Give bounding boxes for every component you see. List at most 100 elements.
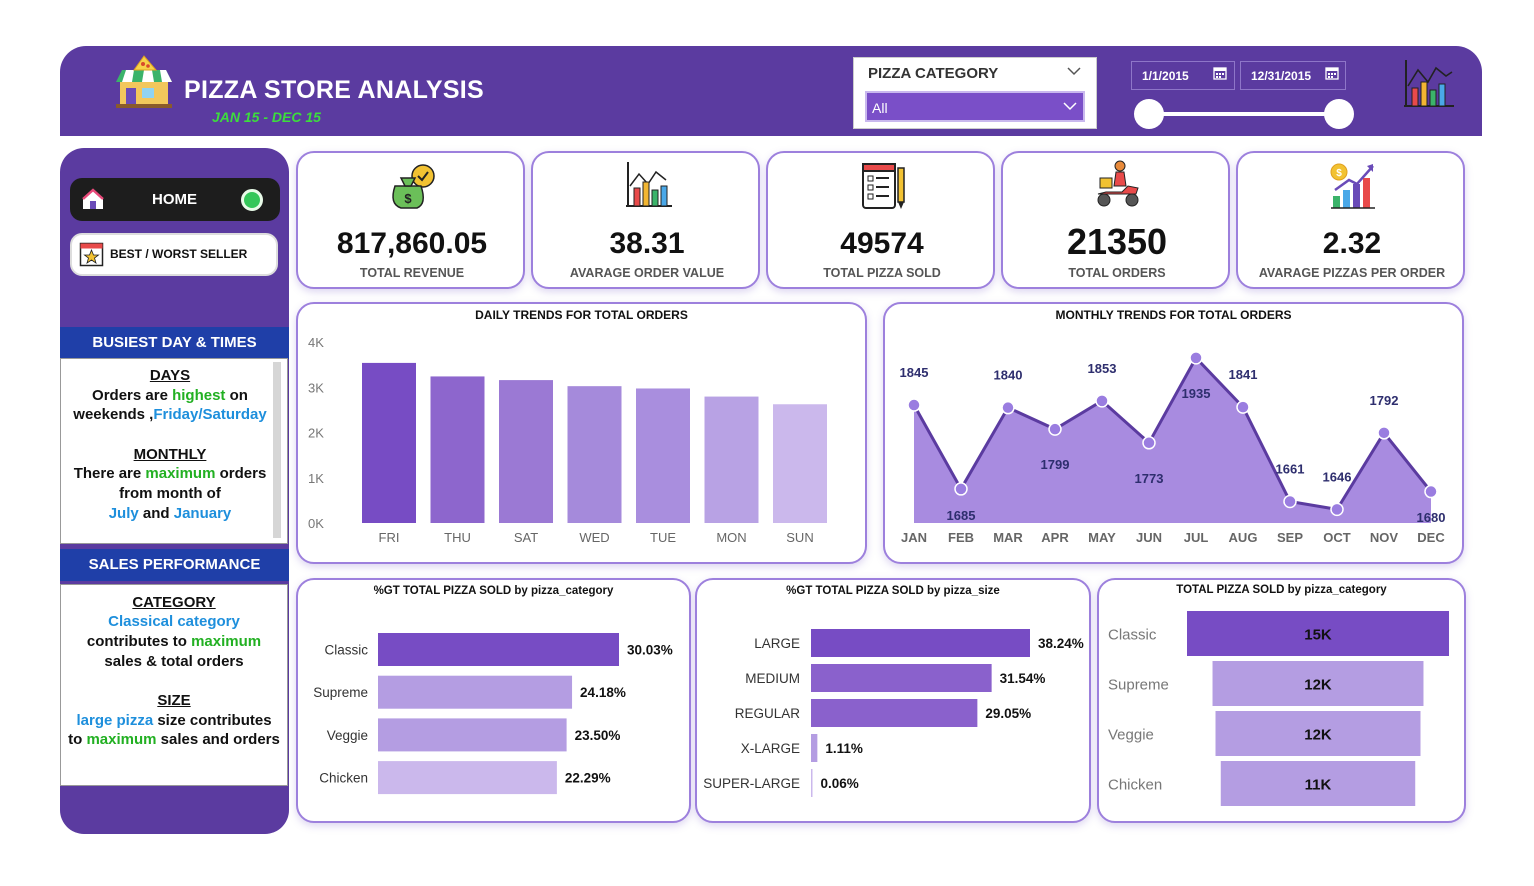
data-point xyxy=(1001,400,1015,415)
data-point xyxy=(1236,400,1250,414)
data-label: 1680 xyxy=(1417,510,1446,525)
home-icon xyxy=(82,188,104,209)
bar xyxy=(704,396,759,523)
size-text-line1: large pizza size contributes xyxy=(76,712,272,729)
bar xyxy=(430,376,485,523)
bar xyxy=(362,362,416,523)
date-slider-track[interactable] xyxy=(1148,112,1340,116)
category-heading: CATEGORY xyxy=(132,594,216,611)
bar xyxy=(499,380,553,523)
x-tick-label: OCT xyxy=(1323,530,1351,545)
data-label: 1773 xyxy=(1135,471,1164,486)
monthly-trends-chart: 1845 JAN 1685 FEB 1840 MAR 1799 APR 1853 MAY 1773 J… xyxy=(900,351,1446,545)
days-text-line1: Orders are highest on xyxy=(92,387,248,404)
area-fill xyxy=(914,357,1431,523)
end-date-value: 12/31/2015 xyxy=(1251,69,1312,83)
calendar-icon[interactable] xyxy=(1213,66,1227,80)
data-label: 1792 xyxy=(1370,393,1399,408)
data-label: 1646 xyxy=(1323,469,1352,484)
days-text-line2: weekends ,Friday/Saturday xyxy=(73,406,267,423)
star-icon xyxy=(79,242,104,267)
x-tick-label: SEP xyxy=(1277,530,1303,545)
data-label: 31.54% xyxy=(1000,671,1046,686)
data-point xyxy=(1377,426,1391,440)
data-point xyxy=(1095,394,1109,408)
data-point xyxy=(1330,502,1344,517)
calendar-icon[interactable] xyxy=(1325,66,1339,80)
data-label: 23.50% xyxy=(575,728,621,743)
category-label: Supreme xyxy=(1108,677,1169,694)
category-text-line2: contributes to maximum xyxy=(86,633,262,650)
chevron-down-icon[interactable] xyxy=(1062,99,1078,113)
svg-text:$: $ xyxy=(1336,168,1342,179)
kpi-label: TOTAL REVENUE xyxy=(359,266,465,280)
bar xyxy=(811,629,1030,657)
bar xyxy=(378,633,619,666)
category-pct-title: %GT TOTAL PIZZA SOLD by pizza_category xyxy=(373,585,614,597)
category-label: Classic xyxy=(324,643,368,658)
bar-chart-icon xyxy=(626,162,672,207)
chevron-down-icon[interactable] xyxy=(1066,64,1082,78)
data-point xyxy=(1189,351,1203,365)
date-slider-end-handle[interactable] xyxy=(1324,99,1354,129)
category-label: X-LARGE xyxy=(741,741,800,756)
category-dropdown-value: All xyxy=(872,100,888,116)
daily-trends-chart: 0K 1K 2K 3K 4K FRI THU SAT WED TUE MON SUN xyxy=(308,335,827,545)
svg-text:$: $ xyxy=(404,191,412,206)
x-tick-label: SAT xyxy=(514,530,538,545)
best-worst-seller-label: BEST / WORST SELLER xyxy=(110,247,248,261)
data-label: 15K xyxy=(1304,627,1332,644)
category-total-title: TOTAL PIZZA SOLD by pizza_category xyxy=(1176,584,1387,596)
x-tick-label: DEC xyxy=(1417,530,1445,545)
monthly-text-line2: from month of xyxy=(119,485,221,502)
category-slicer-label: PIZZA CATEGORY xyxy=(868,65,999,82)
bar xyxy=(636,388,690,523)
x-tick-label: MAR xyxy=(993,530,1023,545)
date-range-subtitle: JAN 15 - DEC 15 xyxy=(212,109,321,125)
bar xyxy=(567,386,622,523)
category-label: REGULAR xyxy=(735,706,801,721)
x-tick-label: MON xyxy=(716,530,746,545)
category-label: Chicken xyxy=(1108,777,1162,794)
data-point xyxy=(1283,494,1297,509)
bar xyxy=(378,718,567,752)
size-heading: SIZE xyxy=(157,692,191,709)
size-pct-title: %GT TOTAL PIZZA SOLD by pizza_size xyxy=(786,585,1000,597)
x-tick-label: FEB xyxy=(948,530,974,545)
data-label: 29.05% xyxy=(985,706,1031,721)
y-tick-label: 2K xyxy=(308,426,324,441)
data-label: 22.29% xyxy=(565,771,611,786)
bar xyxy=(378,761,557,795)
y-tick-label: 3K xyxy=(308,380,324,395)
data-label: 0.06% xyxy=(821,776,859,791)
data-point xyxy=(1424,484,1438,499)
growth-chart-icon: $ xyxy=(1330,163,1375,209)
data-point xyxy=(954,482,968,496)
category-dropdown[interactable] xyxy=(865,91,1085,122)
checklist-icon xyxy=(862,163,905,209)
x-tick-label: WED xyxy=(579,530,609,545)
data-label: 12K xyxy=(1304,727,1332,744)
y-tick-label: 0K xyxy=(308,516,324,531)
data-label: 12K xyxy=(1304,677,1332,694)
data-label: 1685 xyxy=(947,508,976,523)
x-tick-label: JUN xyxy=(1136,530,1162,545)
bar xyxy=(773,404,827,523)
kpi-label: AVARAGE ORDER VALUE xyxy=(569,266,725,280)
data-label: 1935 xyxy=(1182,386,1211,401)
kpi-value: 817,860.05 xyxy=(336,227,488,260)
category-label: SUPER-LARGE xyxy=(703,776,800,791)
x-tick-label: APR xyxy=(1041,530,1069,545)
y-tick-label: 1K xyxy=(308,471,324,486)
monthly-heading: MONTHLY xyxy=(133,446,207,463)
data-label: 1840 xyxy=(994,368,1023,383)
kpi-value: 21350 xyxy=(1066,221,1168,262)
data-label: 11K xyxy=(1305,777,1332,794)
category-label: Chicken xyxy=(319,771,368,786)
x-tick-label: JAN xyxy=(901,530,927,545)
category-label: Veggie xyxy=(327,728,368,743)
category-total-chart: Classic 15K Supreme 12K Veggie 12K Chicken 11K xyxy=(1108,611,1449,806)
monthly-trends-title: MONTHLY TRENDS FOR TOTAL ORDERS xyxy=(1055,308,1292,322)
money-bag-icon: $ xyxy=(392,164,435,209)
date-slider-start-handle[interactable] xyxy=(1134,99,1164,129)
